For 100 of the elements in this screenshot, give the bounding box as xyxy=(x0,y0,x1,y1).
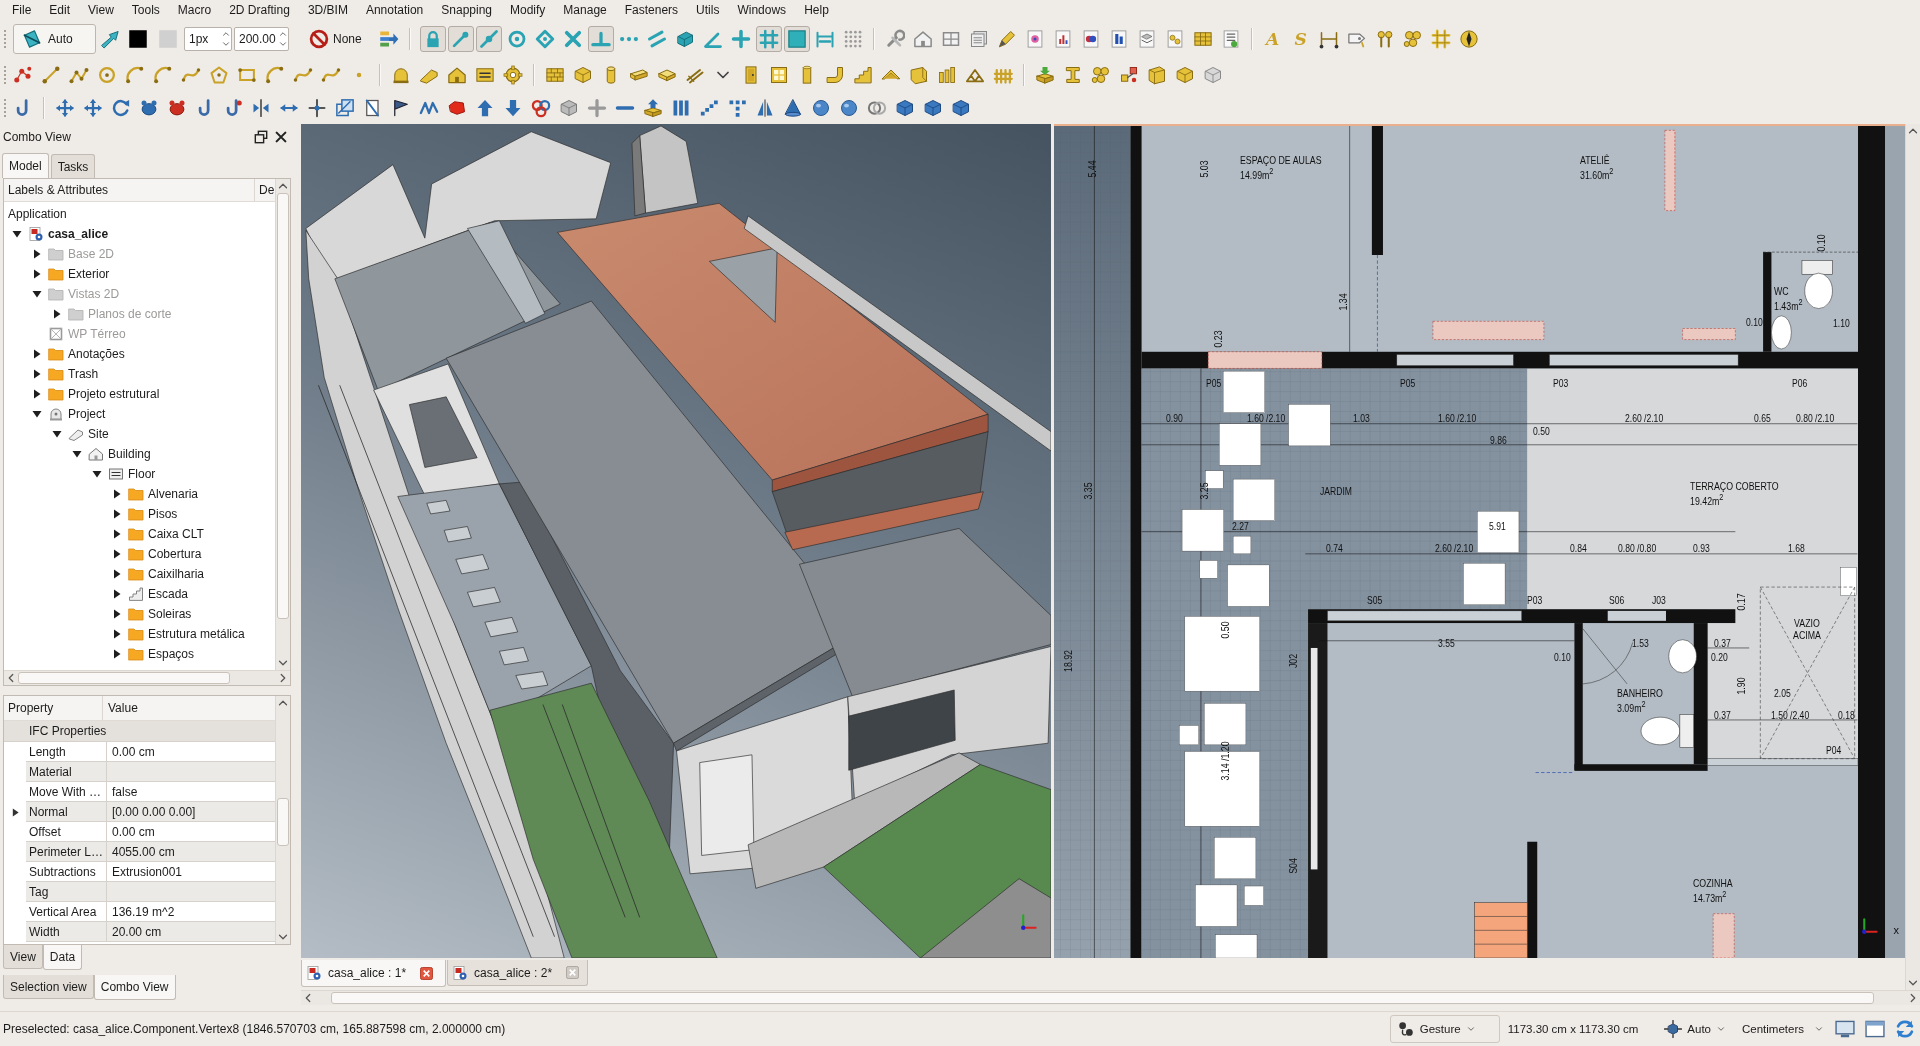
cube-icon[interactable] xyxy=(895,98,915,118)
menu-item[interactable]: Snapping xyxy=(432,0,501,20)
text-size-field[interactable]: 200.00 xyxy=(234,27,289,51)
brick-icon[interactable] xyxy=(573,65,593,85)
flag-icon[interactable] xyxy=(391,98,411,118)
document-icon[interactable] xyxy=(1108,29,1129,49)
tree-item[interactable]: Floor xyxy=(128,467,156,481)
property-group[interactable]: IFC Properties xyxy=(4,721,275,742)
caret-right-icon[interactable] xyxy=(112,509,122,519)
profile-icon[interactable] xyxy=(1147,65,1167,85)
toolbar-grip[interactable] xyxy=(3,29,7,49)
rectangle-icon[interactable] xyxy=(237,65,257,85)
box-icon[interactable] xyxy=(559,98,579,118)
tree-item[interactable]: Cobertura xyxy=(148,547,202,561)
document-icon[interactable] xyxy=(1136,29,1157,49)
caret-down-icon[interactable] xyxy=(72,449,82,459)
layers-arrow-icon[interactable] xyxy=(378,29,399,49)
caret-right-icon[interactable] xyxy=(32,269,42,279)
refresh-icon[interactable] xyxy=(1894,1018,1916,1040)
download-box-icon[interactable] xyxy=(1035,65,1055,85)
tree-item[interactable]: Estrutura metálica xyxy=(148,627,245,641)
document-tab[interactable]: casa_alice : 1* xyxy=(301,960,447,987)
slanted-arrow-icon[interactable] xyxy=(100,29,120,49)
horizontal-scrollbar[interactable] xyxy=(301,990,1920,1005)
caret-down-icon[interactable] xyxy=(12,229,22,239)
padlock-icon[interactable] xyxy=(419,26,446,52)
house-icon[interactable] xyxy=(912,29,933,49)
tree-item[interactable]: casa_alice xyxy=(48,227,109,241)
filled-square-icon[interactable] xyxy=(783,26,810,52)
curve-icon[interactable] xyxy=(321,65,341,85)
arc-icon[interactable] xyxy=(265,65,285,85)
menu-item[interactable]: Modify xyxy=(501,0,555,20)
upload-box-icon[interactable] xyxy=(643,98,663,118)
move-arrows-icon[interactable] xyxy=(55,98,75,118)
panel-icon[interactable] xyxy=(909,65,929,85)
navigation-style-button[interactable]: Gesture xyxy=(1389,1015,1500,1043)
toolbar-grip[interactable] xyxy=(3,98,7,118)
units-dropdown[interactable]: Centimeters xyxy=(1736,1015,1830,1043)
line-midpoint-icon[interactable] xyxy=(475,26,502,52)
dock-tab[interactable]: Selection view xyxy=(3,975,94,999)
menu-item[interactable]: View xyxy=(79,0,123,20)
style-selector-button[interactable]: None xyxy=(306,25,365,53)
property-value[interactable]: 20.00 cm xyxy=(107,922,275,942)
caret-right-icon[interactable] xyxy=(10,807,20,817)
tree-item[interactable]: Escada xyxy=(148,587,189,601)
window-icon[interactable] xyxy=(1864,1018,1886,1040)
caret-down-icon[interactable] xyxy=(92,469,102,479)
menu-item[interactable]: Manage xyxy=(554,0,616,20)
move-arrows-icon[interactable] xyxy=(83,98,103,118)
caret-right-icon[interactable] xyxy=(52,309,62,319)
list-icon[interactable] xyxy=(1220,29,1241,49)
vertical-scrollbar[interactable] xyxy=(1905,124,1920,990)
tree-item[interactable]: Building xyxy=(108,447,151,461)
panel-tab[interactable]: View xyxy=(3,945,43,969)
box-icon[interactable] xyxy=(1175,65,1195,85)
bars-icon[interactable] xyxy=(671,98,691,118)
close-icon[interactable] xyxy=(274,130,288,144)
tree-item[interactable]: Project xyxy=(68,407,106,421)
stairs-icon[interactable] xyxy=(853,65,873,85)
tree-item[interactable]: Anotações xyxy=(68,347,125,361)
menu-item[interactable]: 3D/BIM xyxy=(298,0,357,20)
points-icon[interactable] xyxy=(13,65,33,85)
steps-icon[interactable] xyxy=(699,98,719,118)
dock-tab[interactable]: Combo View xyxy=(93,975,176,1000)
caret-right-icon[interactable] xyxy=(112,649,122,659)
property-value[interactable]: [0.00 0.00 0.00] xyxy=(107,802,275,822)
arc-icon[interactable] xyxy=(153,65,173,85)
scrollbar-thumb[interactable] xyxy=(330,992,1875,1004)
column-header[interactable]: De xyxy=(255,179,275,201)
menu-item[interactable]: Utils xyxy=(687,0,729,20)
caret-right-icon[interactable] xyxy=(112,529,122,539)
caret-right-icon[interactable] xyxy=(32,369,42,379)
wall-icon[interactable] xyxy=(545,65,565,85)
scale-icon[interactable] xyxy=(335,98,355,118)
toolbar-grip[interactable] xyxy=(3,65,7,85)
scrollbar-thumb[interactable] xyxy=(277,193,289,619)
panel-tab[interactable]: Tasks xyxy=(50,154,96,178)
undock-icon[interactable] xyxy=(254,130,268,144)
line-width-field[interactable]: 1px xyxy=(184,27,232,51)
shape-icon[interactable] xyxy=(447,98,467,118)
pins-icon[interactable] xyxy=(1374,29,1395,49)
menu-item[interactable]: Windows xyxy=(728,0,796,20)
i-beam-icon[interactable] xyxy=(1063,65,1083,85)
cube-icon[interactable] xyxy=(951,98,971,118)
gear-icon[interactable] xyxy=(503,65,523,85)
tree-item[interactable]: Caixa CLT xyxy=(148,527,204,541)
table-icon[interactable] xyxy=(1192,29,1213,49)
caret-right-icon[interactable] xyxy=(32,349,42,359)
animal-head-icon[interactable] xyxy=(167,98,187,118)
draw-style-button[interactable]: Auto xyxy=(1658,1015,1732,1043)
cone-icon[interactable] xyxy=(783,98,803,118)
line-endpoint-icon[interactable] xyxy=(447,26,474,52)
caret-right-icon[interactable] xyxy=(112,589,122,599)
tree-item[interactable]: Caixilharia xyxy=(148,567,205,581)
property-value[interactable]: 4055.00 cm xyxy=(107,842,275,862)
circle-icon[interactable] xyxy=(97,65,117,85)
caret-right-icon[interactable] xyxy=(32,389,42,399)
panel-tab[interactable]: Model xyxy=(2,153,49,178)
line-icon[interactable] xyxy=(41,65,61,85)
tree-item[interactable]: Soleiras xyxy=(148,607,192,621)
